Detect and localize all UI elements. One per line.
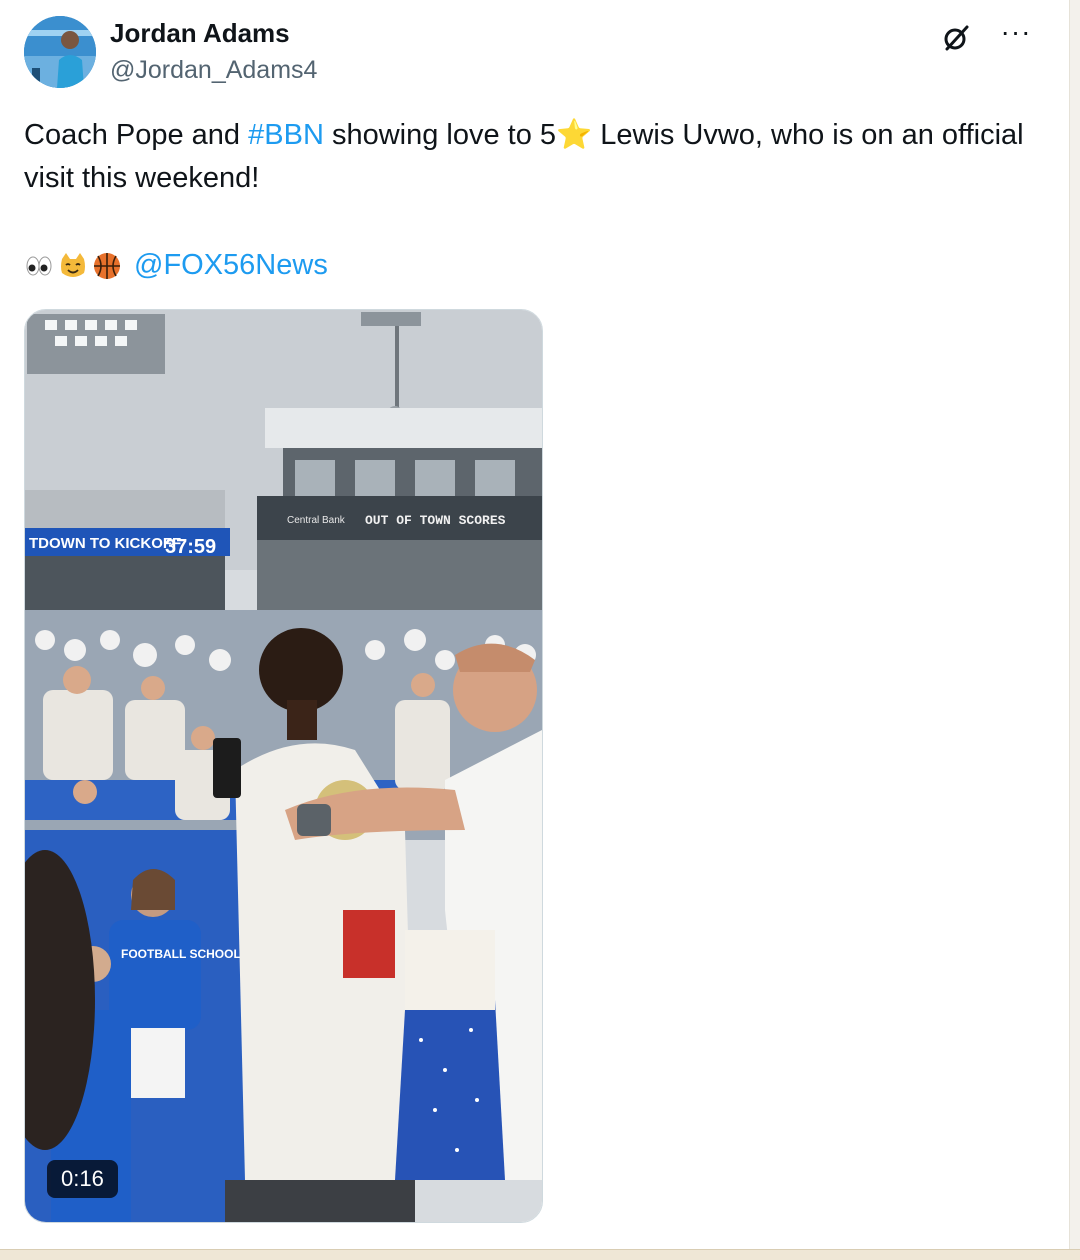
shirt-text: FOOTBALL SCHOOL [121, 947, 241, 961]
slashed-circle-icon[interactable] [938, 20, 974, 56]
video-duration: 0:16 [47, 1160, 118, 1198]
scoreboard-label: TDOWN TO KICKOFF [29, 535, 181, 552]
tweet-text-mid: showing love to 5 [323, 119, 557, 151]
page-edge-right [1069, 0, 1080, 1260]
page-edge-bottom [0, 1249, 1080, 1260]
author-handle[interactable]: @Jordan_Adams4 [110, 56, 317, 85]
tweet-text-prefix: Coach Pope and [24, 119, 249, 151]
cat-emoji [58, 251, 88, 281]
sign-brand: Central Bank [287, 515, 346, 526]
more-dots-icon[interactable]: ··· [998, 18, 1034, 56]
basketball-emoji [92, 251, 122, 281]
eyes-emoji [24, 251, 54, 281]
sign-text: OUT OF TOWN SCORES [365, 513, 506, 528]
author-name[interactable]: Jordan Adams [110, 18, 290, 49]
tweet-actions: ··· [938, 18, 1034, 56]
video-player[interactable]: TDOWN TO KICKOFF 37:59 Central Bank OUT … [24, 309, 543, 1223]
video-frame: TDOWN TO KICKOFF 37:59 Central Bank OUT … [25, 310, 542, 1222]
tweet-text: Coach Pope and #BBN showing love to 5⭐ L… [24, 114, 1044, 200]
emoji-row: @FOX56News [24, 244, 328, 287]
mention-link[interactable]: @FOX56News [134, 244, 328, 287]
star-emoji: ⭐ [556, 119, 593, 151]
tweet-card: Jordan Adams @Jordan_Adams4 ··· Coach Po… [0, 0, 1070, 1250]
hashtag-link[interactable]: #BBN [248, 119, 324, 151]
scoreboard-time: 37:59 [165, 536, 216, 558]
author-avatar[interactable] [24, 16, 96, 88]
